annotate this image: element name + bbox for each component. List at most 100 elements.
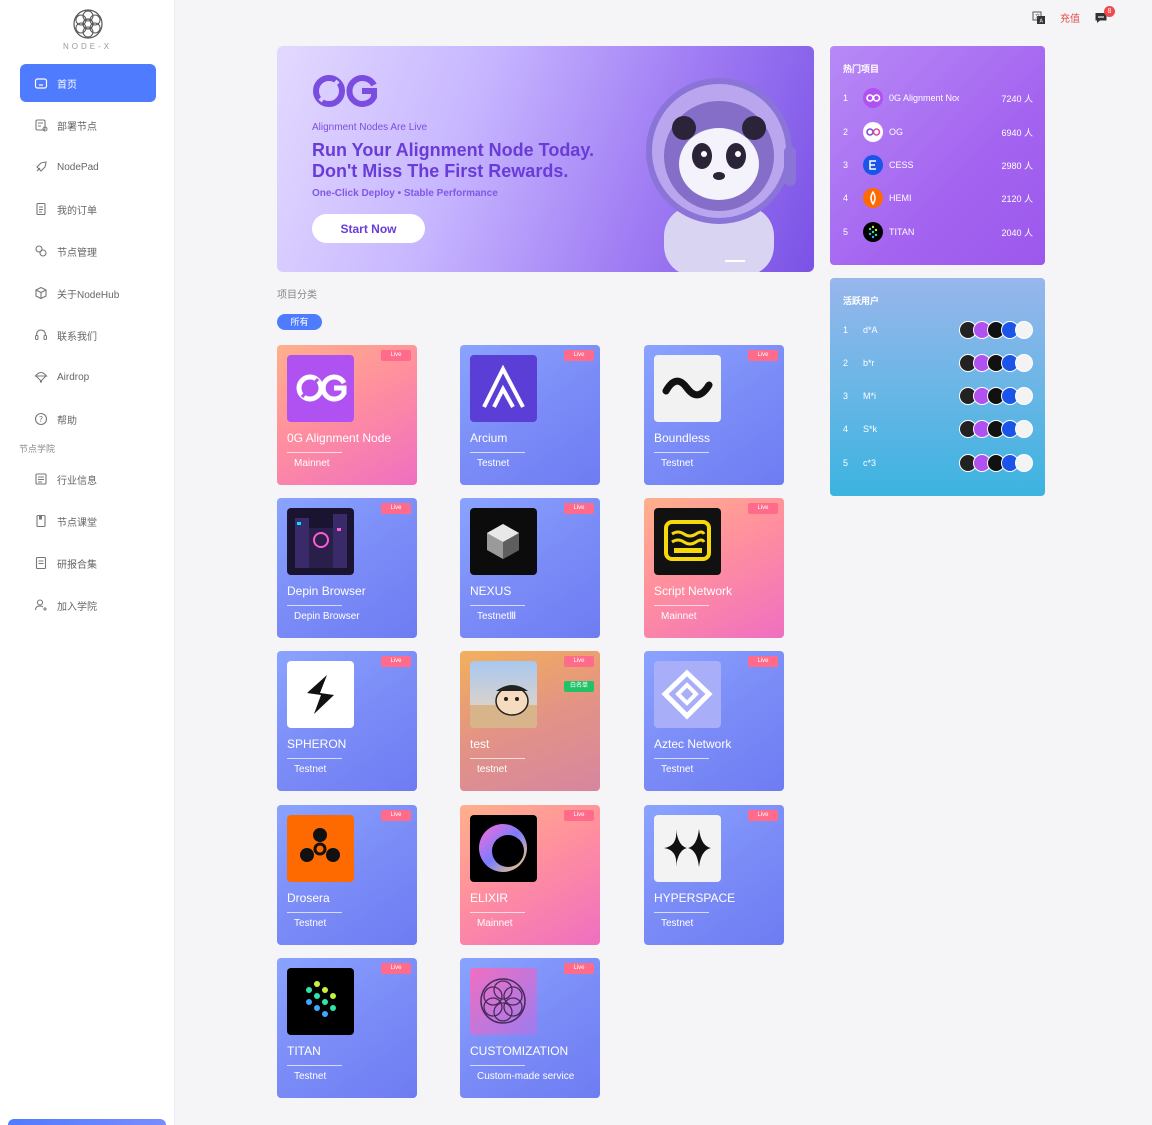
sidebar-item-node-manage[interactable]: 节点管理: [20, 232, 156, 270]
sidebar-item-label: 我的订单: [57, 205, 97, 217]
hot-project-row[interactable]: 1 0G Alignment Node 7240 人: [843, 87, 1033, 109]
participant-count: 2980 人: [1001, 160, 1033, 171]
project-card-script-network[interactable]: Live Script Network Mainnet: [644, 498, 784, 638]
help-icon: ?: [34, 412, 48, 426]
add-user-icon: [34, 599, 47, 611]
message-icon[interactable]: 8: [1094, 5, 1115, 25]
translate-icon[interactable]: 文A: [1032, 11, 1046, 25]
participant-count: 6940 人: [1001, 127, 1033, 138]
project-card-spheron[interactable]: Live SPHERON Testnet: [277, 651, 417, 791]
sidebar-item-reports[interactable]: 研报合集: [20, 544, 156, 582]
sidebar-footer-bar[interactable]: [8, 1119, 166, 1125]
project-avatar-stack: [959, 387, 1033, 405]
project-name: Aztec Network: [654, 737, 732, 751]
live-badge: Live: [381, 810, 411, 821]
project-name: Boundless: [654, 431, 711, 445]
project-card-boundless[interactable]: Live Boundless Testnet: [644, 345, 784, 485]
sidebar-item-label: 加入学院: [57, 601, 97, 613]
rank-number: 3: [843, 160, 849, 170]
divider: [470, 758, 525, 759]
active-user-row[interactable]: 4 S*k: [843, 418, 1033, 440]
project-card-drosera[interactable]: Live Drosera Testnet: [277, 805, 417, 945]
project-name: CESS: [889, 160, 914, 170]
project-card-arcium[interactable]: Live Arcium Testnet: [460, 345, 600, 485]
carousel-indicator[interactable]: [725, 260, 745, 262]
project-card-elixir[interactable]: Live ELIXIR Mainnet: [460, 805, 600, 945]
project-card-0g[interactable]: Live 0G Alignment Node Mainnet: [277, 345, 417, 485]
sidebar-item-label: 帮助: [57, 415, 77, 427]
hot-projects-title: 热门项目: [843, 64, 880, 74]
project-card-customization[interactable]: Live CUSTOMIZATION Custom-made service: [460, 958, 600, 1098]
sidebar-item-industry-news[interactable]: 行业信息: [20, 460, 156, 498]
project-name: SPHERON: [287, 737, 347, 751]
active-user-row[interactable]: 3 M*i: [843, 385, 1033, 407]
deploy-icon: [35, 119, 48, 132]
hero-banner[interactable]: Alignment Nodes Are Live Run Your Alignm…: [277, 46, 814, 272]
project-card-titan[interactable]: Live TITAN Testnet: [277, 958, 417, 1098]
test-cartoon-icon: [470, 661, 537, 728]
sidebar-item-about[interactable]: 关于NodeHub: [20, 274, 156, 312]
sidebar-item-home[interactable]: 首页: [20, 64, 156, 102]
astronaut-panda-illustration: [646, 78, 796, 272]
hyperspace-avatar-icon: [1015, 321, 1033, 339]
sidebar-item-orders[interactable]: 我的订单: [20, 190, 156, 228]
project-card-nexus[interactable]: Live NEXUS TestnetⅢ: [460, 498, 600, 638]
project-name: Drosera: [287, 891, 330, 905]
banner-title-line2: Don't Miss The First Rewards.: [312, 161, 569, 181]
project-network: Testnet: [294, 918, 327, 929]
news-icon: [35, 473, 47, 485]
cess-avatar-icon: [863, 155, 883, 175]
active-user-row[interactable]: 2 b*r: [843, 352, 1033, 374]
project-name: CUSTOMIZATION: [470, 1044, 569, 1058]
active-users-panel: 活跃用户 1 d*A 2 b*r 3 M*i 4 S*k 5 c*3: [830, 278, 1045, 496]
project-network: Custom-made service: [477, 1071, 575, 1082]
drosera-logo-icon: [287, 815, 354, 882]
rocket-icon: [36, 161, 47, 172]
project-card-aztec[interactable]: Live Aztec Network Testnet: [644, 651, 784, 791]
recharge-link[interactable]: 充值: [1060, 10, 1080, 25]
live-badge: Live: [748, 350, 778, 361]
project-network: Testnet: [294, 764, 327, 775]
project-card-test[interactable]: Live 白名单 test testnet: [460, 651, 600, 791]
sidebar-item-label: 节点管理: [57, 247, 97, 259]
brand-logo[interactable]: NODE-X: [55, 8, 120, 51]
project-card-depin-browser[interactable]: Live Depin Browser Depin Browser: [277, 498, 417, 638]
divider: [654, 452, 709, 453]
participant-count: 7240 人: [1001, 93, 1033, 104]
svg-text:?: ?: [39, 415, 43, 424]
0g-logo-icon: [287, 355, 354, 422]
hot-project-row[interactable]: 3 CESS 2980 人: [843, 154, 1033, 176]
project-name: Arcium: [470, 431, 508, 445]
divider: [470, 452, 525, 453]
arcium-logo-icon: [470, 355, 537, 422]
sidebar-item-classroom[interactable]: 节点课堂: [20, 502, 156, 540]
active-user-row[interactable]: 5 c*3: [843, 452, 1033, 474]
boundless-logo-icon: [654, 355, 721, 422]
hot-project-row[interactable]: 4 HEMI 2120 人: [843, 187, 1033, 209]
hyperspace-avatar-icon: [1015, 420, 1033, 438]
sidebar-item-nodepad[interactable]: NodePad: [20, 148, 156, 186]
category-title: 项目分类: [277, 290, 317, 301]
start-now-button[interactable]: Start Now: [312, 214, 425, 243]
sidebar-item-deploy[interactable]: 部署节点: [20, 106, 156, 144]
titan-avatar-icon: [863, 222, 883, 242]
active-user-row[interactable]: 1 d*A: [843, 319, 1033, 341]
sidebar-item-join[interactable]: 加入学院: [20, 586, 156, 624]
hot-project-row[interactable]: 5 TITAN 2040 人: [843, 221, 1033, 243]
divider: [287, 912, 342, 913]
message-badge: 8: [1104, 5, 1115, 17]
sidebar-item-help[interactable]: ? 帮助: [20, 400, 156, 438]
hot-project-row[interactable]: 2 OG 6940 人: [843, 121, 1033, 143]
hyperspace-avatar-icon: [1015, 454, 1033, 472]
sidebar-item-contact[interactable]: 联系我们: [20, 316, 156, 354]
user-name: S*k: [863, 424, 878, 434]
sidebar-item-airdrop[interactable]: Airdrop: [20, 358, 156, 396]
sidebar-item-label: 节点课堂: [57, 517, 97, 529]
headset-icon: [35, 329, 47, 340]
sidebar-item-label: 行业信息: [57, 475, 97, 487]
banner-title-line1: Run Your Alignment Node Today.: [312, 140, 594, 160]
project-card-hyperspace[interactable]: Live HYPERSPACE Testnet: [644, 805, 784, 945]
participant-count: 2040 人: [1001, 227, 1033, 238]
project-network: Mainnet: [294, 458, 330, 469]
category-all-chip[interactable]: 所有: [277, 314, 322, 330]
